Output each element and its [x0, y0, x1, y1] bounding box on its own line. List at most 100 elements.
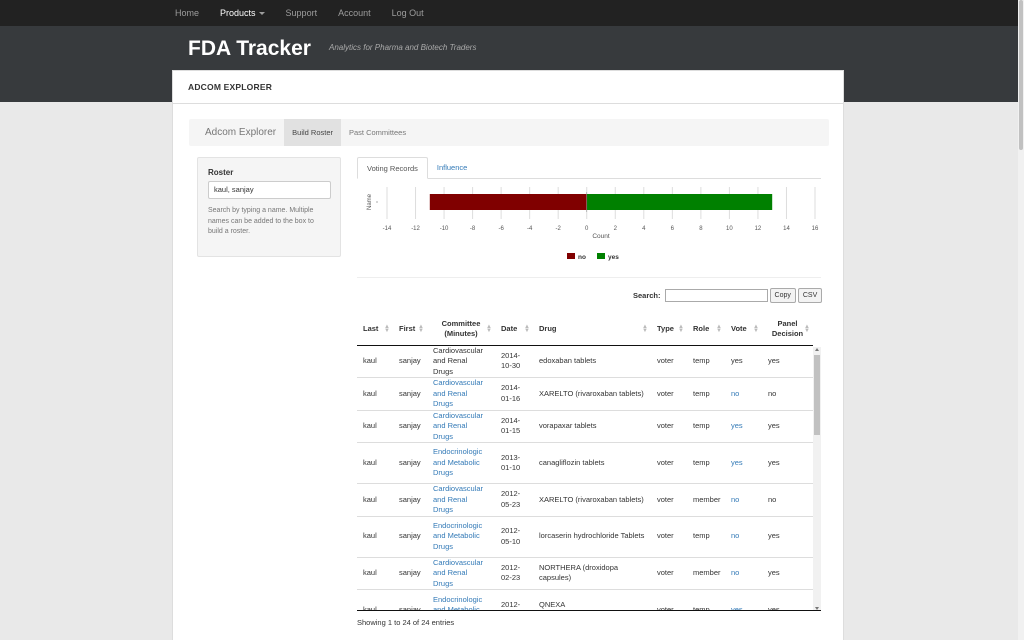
caret-down-icon — [258, 12, 265, 16]
x-tick-label: 16 — [812, 226, 819, 232]
vote-link[interactable]: no — [731, 389, 739, 398]
sort-icon: ▲ ▼ — [753, 324, 759, 335]
y-axis-label: Name — [367, 193, 373, 210]
search-label: Search: — [633, 291, 661, 300]
table-scroll-thumb[interactable] — [814, 355, 820, 435]
x-tick-label: 8 — [699, 226, 703, 232]
column-header[interactable]: Date ▲ ▼ — [495, 314, 533, 346]
sort-icon: ▲ ▼ — [418, 324, 424, 335]
sort-icon: ▲ ▼ — [716, 324, 722, 335]
x-tick-label: -12 — [411, 226, 420, 232]
cell-decision: no — [762, 483, 813, 516]
column-header[interactable]: Type ▲ ▼ — [651, 314, 687, 346]
roster-card: Roster kaul, sanjay Search by typing a n… — [197, 157, 341, 257]
csv-button[interactable]: CSV — [797, 288, 823, 303]
sort-icon: ▲ ▼ — [486, 324, 492, 335]
legend-swatch-no — [567, 253, 575, 259]
cell-type: voter — [651, 442, 687, 484]
legend-label-no: no — [578, 254, 586, 261]
cell-role: temp — [687, 442, 725, 484]
cell-decision: no — [762, 377, 813, 410]
x-axis-label: Count — [592, 233, 610, 240]
subnav-brand[interactable]: Adcom Explorer — [189, 119, 284, 146]
column-header-label: Committee (Minutes) — [441, 319, 481, 339]
x-tick-label: 12 — [755, 226, 762, 232]
column-header[interactable]: Role ▲ ▼ — [687, 314, 725, 346]
page-scroll-thumb[interactable] — [1019, 0, 1023, 150]
table-header-row: Last ▲ ▼ First ▲ ▼ Committee (Minutes) ▲ ▼ Date ▲ ▼… — [357, 314, 813, 346]
table-row: kaul sanjay Cardiovascular and Renal Drugs… — [357, 409, 813, 443]
nav-support[interactable]: Support — [283, 8, 321, 18]
bar-no — [429, 194, 587, 210]
tab-build-roster[interactable]: Build Roster — [284, 119, 341, 146]
table-info: Showing 1 to 24 of 24 entries — [357, 618, 455, 627]
cell-committee: Cardiovascular and Renal Drugs — [427, 377, 495, 410]
committee-link[interactable]: Endocrinologic and Metabolic Drugs — [433, 521, 482, 551]
cell-first: sanjay — [393, 556, 427, 590]
cell-date: 2014-01-15 — [495, 409, 533, 443]
sort-icon: ▲ ▼ — [678, 324, 684, 335]
cell-role: temp — [687, 377, 725, 410]
brand-tagline: Analytics for Pharma and Biotech Traders — [329, 43, 477, 52]
column-header[interactable]: First ▲ ▼ — [393, 314, 427, 346]
x-tick-label: -10 — [440, 226, 449, 232]
column-header[interactable]: Panel Decision ▲ ▼ — [762, 314, 813, 346]
cell-first: sanjay — [393, 442, 427, 484]
chart-separator — [357, 277, 821, 278]
column-header[interactable]: Committee (Minutes) ▲ ▼ — [427, 314, 495, 346]
cell-last: kaul — [357, 442, 393, 484]
table-row: kaul sanjay Cardiovascular and Renal Drugs… — [357, 483, 813, 516]
cell-committee: Endocrinologic and Metabolic Drugs — [427, 589, 495, 612]
committee-link[interactable]: Endocrinologic and Metabolic Drugs — [433, 447, 482, 477]
table-scrollbar[interactable] — [813, 347, 821, 611]
committee-link[interactable]: Endocrinologic and Metabolic Drugs — [433, 595, 482, 612]
table-row: kaul sanjay Cardiovascular and Renal Drugs… — [357, 556, 813, 590]
column-header[interactable]: Drug ▲ ▼ — [533, 314, 651, 346]
cell-vote: yes — [725, 589, 762, 611]
committee-link[interactable]: Cardiovascular and Renal Drugs — [433, 411, 483, 441]
committee-link[interactable]: Cardiovascular and Renal Drugs — [433, 558, 483, 588]
nav-home[interactable]: Home — [172, 8, 202, 18]
cell-decision: yes — [762, 589, 813, 611]
cell-date: 2012-02-23 — [495, 556, 533, 590]
nav-account[interactable]: Account — [335, 8, 374, 18]
cell-date: 2012-02-22 — [495, 589, 533, 611]
cell-first: sanjay — [393, 377, 427, 410]
cell-drug: NORTHERA (droxidopa capsules) — [533, 556, 651, 590]
vote-link[interactable]: no — [731, 531, 739, 540]
column-header[interactable]: Vote ▲ ▼ — [725, 314, 762, 346]
cell-last: kaul — [357, 589, 393, 611]
nav-logout[interactable]: Log Out — [389, 8, 427, 18]
page-scrollbar[interactable] — [1018, 0, 1024, 640]
copy-button[interactable]: Copy — [769, 288, 796, 303]
vote-link[interactable]: no — [731, 495, 739, 504]
nav-products[interactable]: Products — [217, 8, 268, 18]
cell-type: voter — [657, 356, 674, 365]
x-tick-label: 2 — [614, 226, 618, 232]
x-tick-label: 10 — [726, 226, 733, 232]
column-header-label: Panel Decision — [771, 319, 804, 339]
roster-input[interactable]: kaul, sanjay — [208, 181, 331, 199]
vote-link[interactable]: yes — [731, 458, 743, 467]
bar-yes — [586, 194, 773, 210]
vote-link[interactable]: no — [731, 568, 739, 577]
column-header-label: Date — [501, 324, 518, 334]
committee-link[interactable]: Cardiovascular and Renal Drugs — [433, 378, 483, 408]
x-tick-label: -2 — [556, 226, 562, 232]
column-header[interactable]: Last ▲ ▼ — [357, 314, 393, 346]
cell-vote: no — [725, 515, 762, 557]
committee-link[interactable]: Cardiovascular and Renal Drugs — [433, 484, 483, 514]
cell-decision: yes — [768, 356, 780, 365]
vote-link[interactable]: yes — [731, 421, 743, 430]
scroll-up-arrow-icon[interactable] — [815, 348, 819, 351]
cell-drug: canagliflozin tablets — [533, 442, 651, 484]
search-input[interactable] — [664, 289, 768, 302]
cell-drug: vorapaxar tablets — [533, 409, 651, 443]
brand-title[interactable]: FDA Tracker — [188, 37, 311, 61]
cell-last: kaul — [357, 515, 393, 557]
cell-drug: lorcaserin hydrochloride Tablets — [533, 515, 651, 557]
sort-icon: ▲ ▼ — [524, 324, 530, 335]
cell-drug: XARELTO (rivaroxaban tablets) — [533, 483, 651, 516]
cell-date: 2012-05-23 — [495, 483, 533, 516]
cell-vote: yes — [731, 356, 743, 365]
